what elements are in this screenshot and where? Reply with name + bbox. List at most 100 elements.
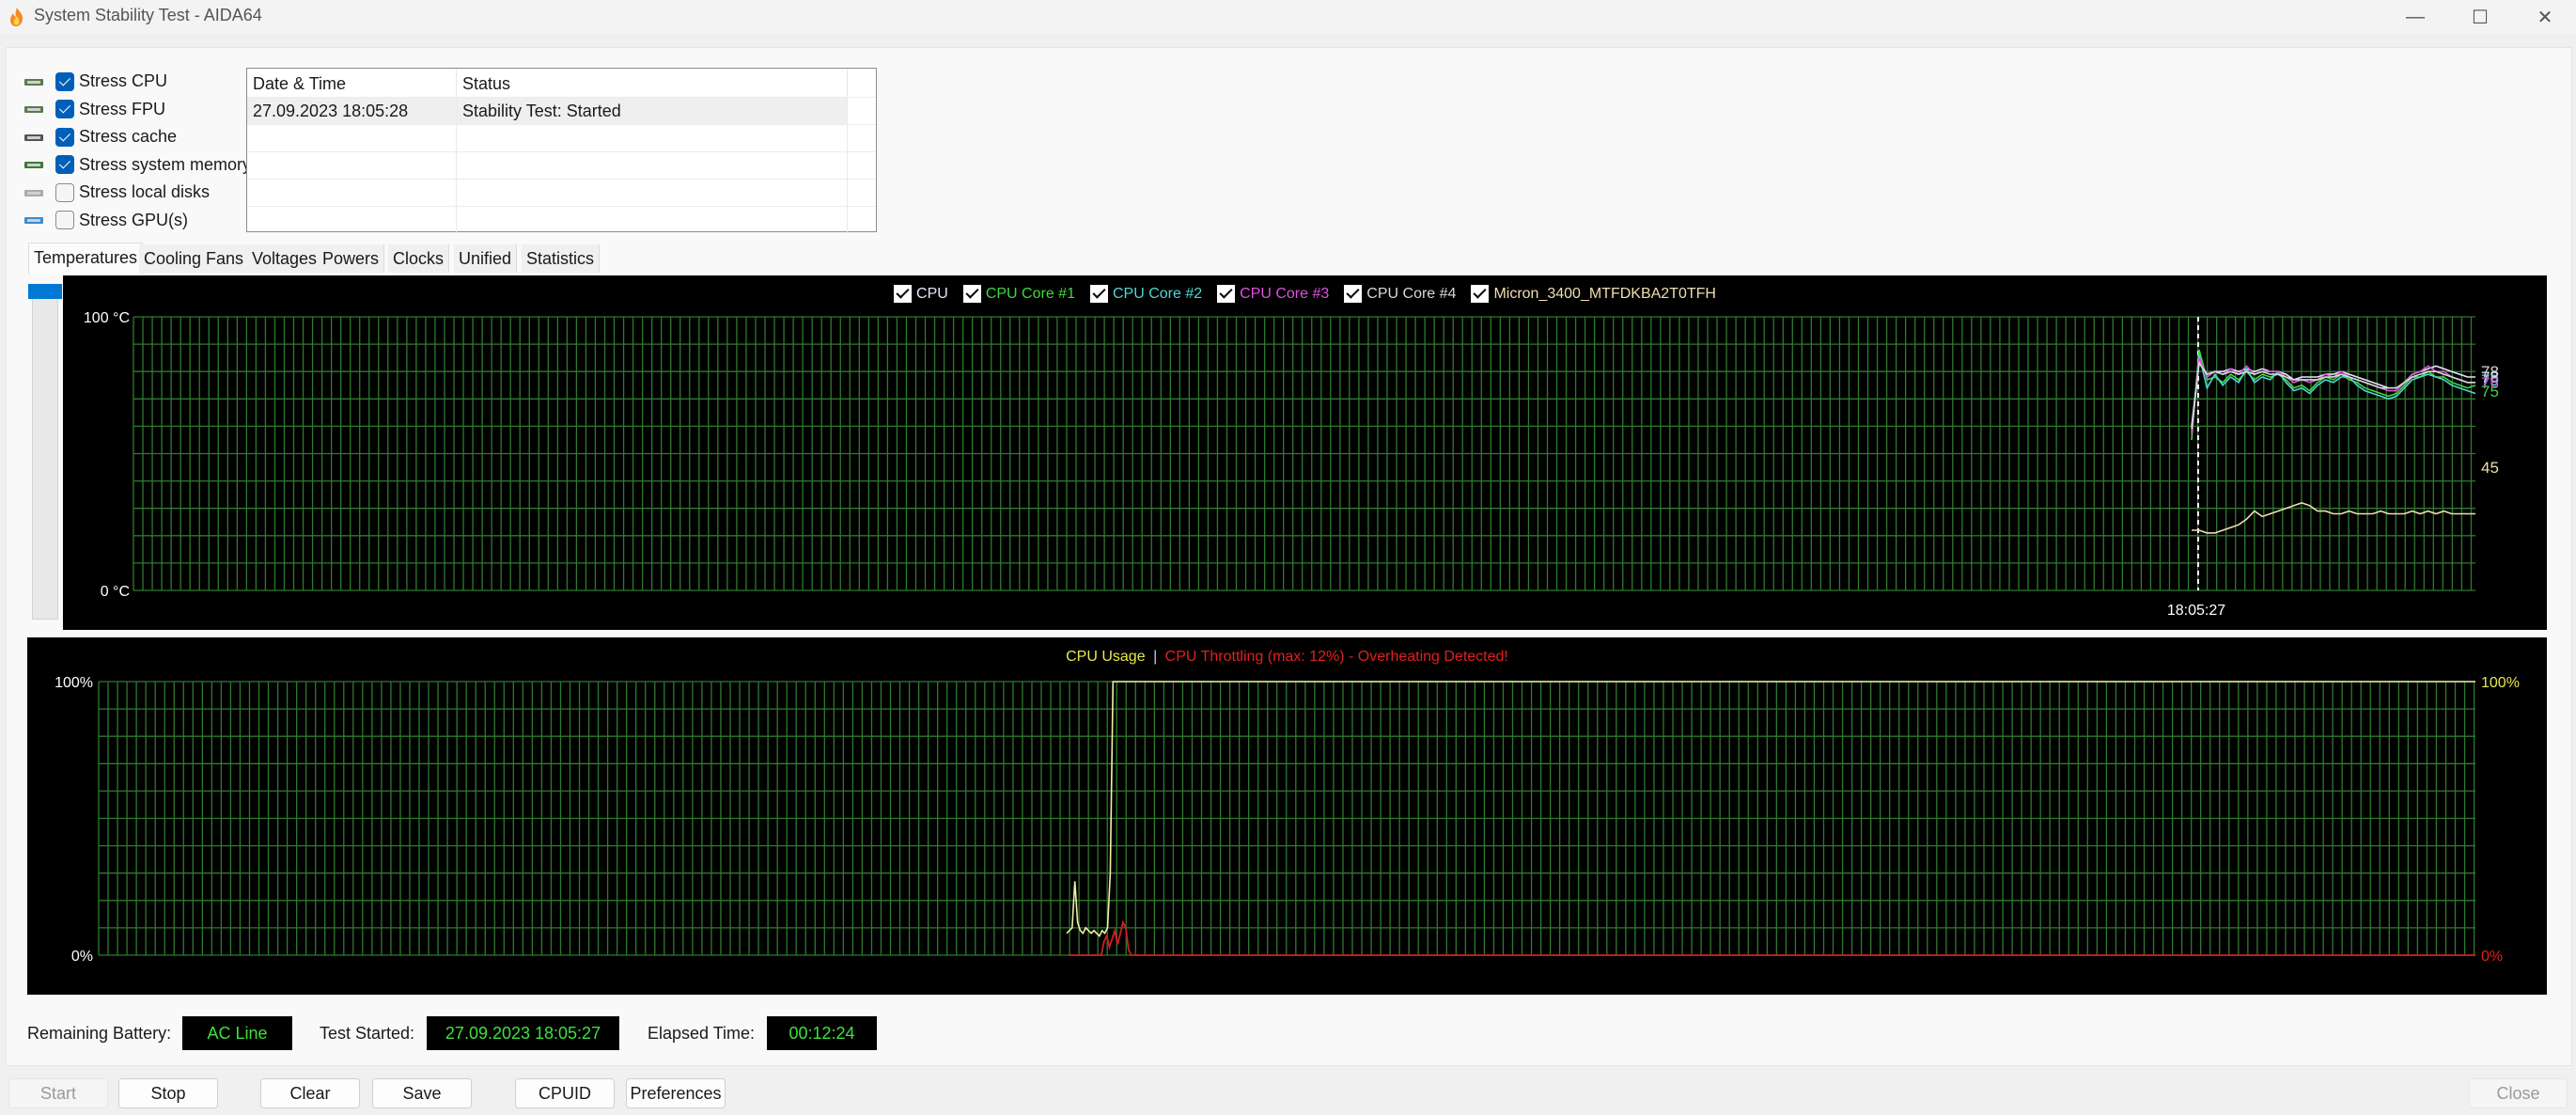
cpu-usage-graph-panel: 100% 0% 100% 0% CPU Usage | CPU Throttling … [27,637,2547,995]
preferences-button[interactable]: Preferences [626,1078,726,1108]
stress-option-2[interactable]: Stress cache [19,123,244,150]
cache-chip-icon [23,128,45,147]
stress-checkbox[interactable] [55,127,74,147]
elapsed-time-label: Elapsed Time: [648,1024,756,1043]
stress-option-label: Stress system memory [79,154,252,174]
stress-option-5[interactable]: Stress GPU(s) [19,207,244,234]
log-row[interactable] [247,151,876,179]
legend-item[interactable]: CPU Core #2 [1089,285,1203,303]
battery-value: AC Line [182,1016,292,1050]
disk-drive-icon [23,183,45,202]
legend-checkbox[interactable] [1344,285,1363,303]
log-cell-status [457,180,848,206]
stress-checkbox[interactable] [55,71,74,91]
tab-clocks[interactable]: Clocks [388,244,450,273]
stop-button[interactable]: Stop [118,1078,218,1108]
memory-module-icon [23,155,45,174]
legend-label: Micron_3400_MTFDKBA2T0TFH [1493,285,1716,302]
column-header-date-time[interactable]: Date & Time [247,69,457,97]
close-window-button[interactable]: ✕ [2517,0,2573,34]
minimize-icon: — [2406,6,2425,27]
cpu-usage-title: CPU Usage | CPU Throttling (max: 12%) - … [27,649,2547,666]
log-cell-datetime [247,125,457,151]
window-title: System Stability Test - AIDA64 [34,6,262,24]
log-cell-datetime [247,180,457,206]
legend-checkbox[interactable] [1471,285,1490,303]
stress-option-label: Stress GPU(s) [79,210,189,229]
stress-option-label: Stress FPU [79,99,166,118]
clear-button[interactable]: Clear [260,1078,360,1108]
right-label-bottom: 0% [2481,949,2503,965]
grid [98,681,2475,956]
stress-option-0[interactable]: Stress CPU [19,68,244,95]
legend-item[interactable]: CPU Core #3 [1217,285,1329,303]
cpu-usage-line [1066,681,2475,937]
stress-checkbox[interactable] [55,100,74,118]
status-row: Remaining Battery: AC Line Test Started:… [27,1016,929,1050]
stress-checkbox[interactable] [55,155,74,174]
test-started-label: Test Started: [320,1024,415,1043]
legend-checkbox[interactable] [1217,285,1236,303]
log-row[interactable] [247,206,876,233]
legend-item[interactable]: CPU [894,285,948,303]
log-cell-datetime: 27.09.2023 18:05:28 [247,98,457,124]
stress-checkbox[interactable] [55,211,74,229]
minimize-button[interactable]: — [2387,0,2443,34]
legend-checkbox[interactable] [962,285,981,303]
close-button[interactable]: Close [2469,1078,2568,1108]
stress-option-label: Stress local disks [79,182,211,201]
tab-unified[interactable]: Unified [454,244,518,273]
log-table[interactable]: Date & Time Status 27.09.2023 18:05:28 St… [246,68,877,233]
stress-option-4[interactable]: Stress local disks [19,179,244,206]
elapsed-time-value: 00:12:24 [767,1016,877,1050]
y-tick-max: 100% [55,675,93,691]
log-row[interactable] [247,179,876,206]
legend-label: CPU Core #2 [1112,285,1203,302]
temperature-graph-panel: 100 °C 0 °C 18:05:27 78 75 79 76 78 45 CPU CPU Co… [63,275,2547,630]
log-cell-status [457,207,848,233]
legend-checkbox[interactable] [894,285,913,303]
stress-option-label: Stress cache [79,127,178,146]
close-icon: ✕ [2537,7,2553,28]
legend-label: CPU Core #3 [1240,285,1330,302]
log-cell-status [457,152,848,179]
title-bar: System Stability Test - AIDA64 — ☐ ✕ [0,0,2576,34]
stress-checkbox[interactable] [55,182,74,202]
temperature-legend: CPU CPU Core #1 CPU Core #2 CPU Core #3 CPU … [63,285,2547,303]
cpuid-button[interactable]: CPUID [515,1078,615,1108]
y-tick-max: 100 °C [84,310,130,326]
legend-label: CPU Core #4 [1366,285,1457,302]
maximize-button[interactable]: ☐ [2452,0,2508,34]
series-last-value: 78 [2481,363,2499,381]
save-button[interactable]: Save [372,1078,472,1108]
legend-label: CPU Core #1 [985,285,1075,302]
graph-scroll-slider[interactable] [28,284,62,620]
maximize-icon: ☐ [2472,7,2489,28]
cpu-chip-icon [23,72,45,91]
throttling-warning: CPU Throttling (max: 12%) - Overheating … [1164,649,1508,665]
log-cell-datetime [247,207,457,233]
battery-label: Remaining Battery: [27,1024,172,1043]
legend-item[interactable]: Micron_3400_MTFDKBA2T0TFH [1471,285,1716,303]
cpu-usage-label: CPU Usage [1066,649,1146,665]
start-button[interactable]: Start [8,1078,108,1108]
log-row[interactable]: 27.09.2023 18:05:28 Stability Test: Start… [247,97,876,124]
tab-cooling-fans[interactable]: Cooling Fans [139,244,250,273]
title-separator: | [1153,649,1158,665]
tab-powers[interactable]: Powers [318,244,385,273]
tab-statistics[interactable]: Statistics [522,244,601,273]
tab-temperatures[interactable]: Temperatures [28,243,144,275]
stress-option-3[interactable]: Stress system memory [19,151,251,179]
legend-item[interactable]: CPU Core #1 [962,285,1075,303]
stress-option-1[interactable]: Stress FPU [19,96,244,123]
fpu-chip-icon [23,100,45,118]
series-last-value: 45 [2481,459,2499,477]
slider-thumb[interactable] [28,284,62,299]
tab-voltages[interactable]: Voltages [247,244,323,273]
legend-item[interactable]: CPU Core #4 [1344,285,1456,303]
log-cell-status: Stability Test: Started [457,98,848,124]
log-row[interactable] [247,124,876,151]
legend-checkbox[interactable] [1089,285,1108,303]
slider-track[interactable] [32,297,58,620]
column-header-status[interactable]: Status [457,69,848,97]
